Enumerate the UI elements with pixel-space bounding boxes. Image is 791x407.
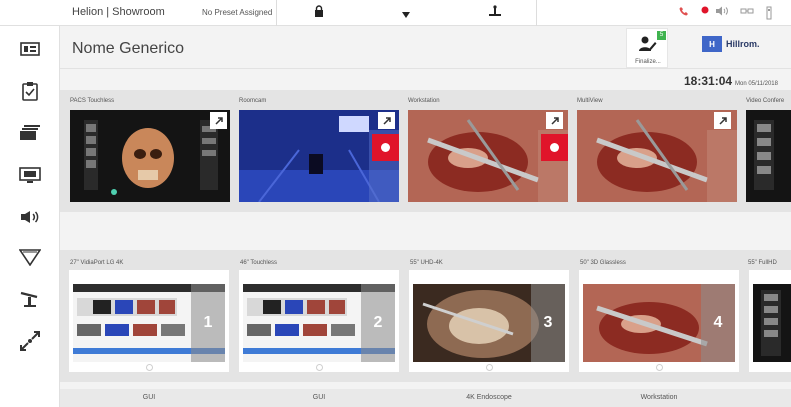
user-edit-icon bbox=[639, 35, 657, 58]
finalize-label: Finalize... bbox=[635, 59, 661, 65]
volume-icon bbox=[20, 210, 40, 224]
page-indicator-dot bbox=[146, 364, 153, 371]
destination-label: 46" Touchless bbox=[240, 260, 278, 266]
stacked-screens-icon bbox=[19, 125, 41, 141]
destination-label: 50" 3D Glassless bbox=[580, 260, 626, 266]
endoscope-preview: 3 bbox=[413, 284, 565, 362]
surgical-light-icon bbox=[19, 248, 41, 266]
phone-icon[interactable] bbox=[679, 6, 689, 20]
assigned-source-label: Workstation bbox=[640, 394, 678, 401]
sidebar-item-sources[interactable] bbox=[0, 116, 60, 150]
assigned-source-label: GUI bbox=[142, 394, 156, 401]
screen-number: 3 bbox=[531, 284, 565, 362]
camera-control-icon bbox=[20, 331, 40, 351]
clock-time: 18:31:04 bbox=[684, 74, 733, 88]
screen-number: 4 bbox=[701, 284, 735, 362]
layout-icon bbox=[20, 42, 40, 56]
multiview-preview-image bbox=[577, 110, 737, 202]
source-label: PACS Touchless bbox=[70, 98, 115, 104]
record-button[interactable] bbox=[541, 134, 568, 161]
sidebar-item-checklist[interactable] bbox=[0, 74, 60, 108]
record-icon[interactable] bbox=[701, 6, 709, 18]
monitor-icon bbox=[19, 167, 41, 183]
source-label: Video Confere bbox=[746, 98, 785, 104]
source-tile-video-conference[interactable] bbox=[746, 110, 791, 202]
top-status-bar: Helion | Showroom No Preset Assigned bbox=[0, 0, 791, 26]
glasses-icon[interactable] bbox=[740, 6, 754, 20]
preset-status[interactable]: No Preset Assigned bbox=[202, 8, 272, 17]
assigned-source-label: GUI bbox=[312, 394, 326, 401]
app-title: Helion | Showroom bbox=[72, 6, 165, 18]
video-conference-preview-image bbox=[746, 110, 791, 202]
source-tile-roomcam[interactable] bbox=[239, 110, 399, 202]
divider bbox=[536, 0, 537, 26]
sidebar bbox=[0, 26, 60, 407]
brand-logo: H Hillrom. bbox=[702, 36, 760, 52]
expand-icon[interactable] bbox=[378, 112, 395, 129]
destination-label: 55" UHD-4K bbox=[410, 260, 443, 266]
operating-table-icon bbox=[19, 290, 41, 308]
destinations-panel: 27" VidiaPort LG 4K 46" Touchless 55" UH… bbox=[60, 250, 791, 382]
brand-name: Hillrom. bbox=[726, 39, 760, 49]
workstation-preview: 4 bbox=[583, 284, 735, 362]
speaker-icon[interactable] bbox=[715, 6, 729, 20]
page-indicator-dot bbox=[656, 364, 663, 371]
clock-date: Mon 05/11/2018 bbox=[735, 81, 778, 87]
fullhd-preview bbox=[753, 284, 791, 362]
clipboard-icon bbox=[22, 81, 38, 101]
destination-tile-1[interactable]: 1 bbox=[69, 270, 229, 372]
expand-icon[interactable] bbox=[210, 112, 227, 129]
sidebar-item-layout[interactable] bbox=[0, 32, 60, 66]
gui-preview: 1 bbox=[73, 284, 225, 362]
record-icon bbox=[550, 143, 559, 152]
sidebar-item-table[interactable] bbox=[0, 282, 60, 316]
page-title: Nome Generico bbox=[72, 40, 185, 57]
record-button[interactable] bbox=[372, 134, 399, 161]
source-tile-workstation[interactable] bbox=[408, 110, 568, 202]
record-icon bbox=[381, 143, 390, 152]
source-label: Workstation bbox=[408, 98, 440, 104]
screen-number: 2 bbox=[361, 284, 395, 362]
hillrom-logo-mark: H bbox=[702, 36, 722, 52]
source-label: MultiView bbox=[577, 98, 603, 104]
clock: 18:31:04 Mon 05/11/2018 bbox=[684, 74, 778, 88]
sidebar-item-displays[interactable] bbox=[0, 158, 60, 192]
finalize-button[interactable]: 5 Finalize... bbox=[626, 28, 668, 68]
gui-preview: 2 bbox=[243, 284, 395, 362]
destination-tile-2[interactable]: 2 bbox=[239, 270, 399, 372]
destination-tile-5[interactable] bbox=[749, 270, 791, 372]
page-indicator-dot bbox=[316, 364, 323, 371]
sidebar-item-camera[interactable] bbox=[0, 324, 60, 358]
table-icon[interactable] bbox=[488, 5, 502, 21]
lock-icon[interactable] bbox=[314, 5, 324, 21]
screen-number: 1 bbox=[191, 284, 225, 362]
finalize-badge: 5 bbox=[657, 31, 666, 40]
source-tile-multiview[interactable] bbox=[577, 110, 737, 202]
destination-source-bar: GUI GUI 4K Endoscope Workstation bbox=[60, 389, 791, 407]
sidebar-item-lights[interactable] bbox=[0, 240, 60, 274]
sources-panel: PACS Touchless Roomcam Workstation Multi… bbox=[60, 90, 791, 212]
divider bbox=[276, 0, 277, 26]
divider bbox=[60, 68, 791, 69]
fullhd-preview-image bbox=[753, 284, 791, 362]
expand-icon[interactable] bbox=[714, 112, 731, 129]
page-indicator-dot bbox=[486, 364, 493, 371]
expand-icon[interactable] bbox=[546, 112, 563, 129]
app-root: Helion | Showroom No Preset Assigned Nom… bbox=[0, 0, 791, 407]
chevron-down-icon[interactable] bbox=[402, 7, 410, 21]
assigned-source-label: 4K Endoscope bbox=[466, 394, 512, 401]
destination-tile-3[interactable]: 3 bbox=[409, 270, 569, 372]
source-label: Roomcam bbox=[239, 98, 267, 104]
destination-label: 27" VidiaPort LG 4K bbox=[70, 260, 124, 266]
pacs-preview-image bbox=[70, 110, 230, 202]
destination-label: 55" FullHD bbox=[748, 260, 777, 266]
source-tile-pacs[interactable] bbox=[70, 110, 230, 202]
sidebar-item-audio[interactable] bbox=[0, 200, 60, 234]
bed-icon[interactable] bbox=[764, 6, 774, 24]
destination-tile-4[interactable]: 4 bbox=[579, 270, 739, 372]
